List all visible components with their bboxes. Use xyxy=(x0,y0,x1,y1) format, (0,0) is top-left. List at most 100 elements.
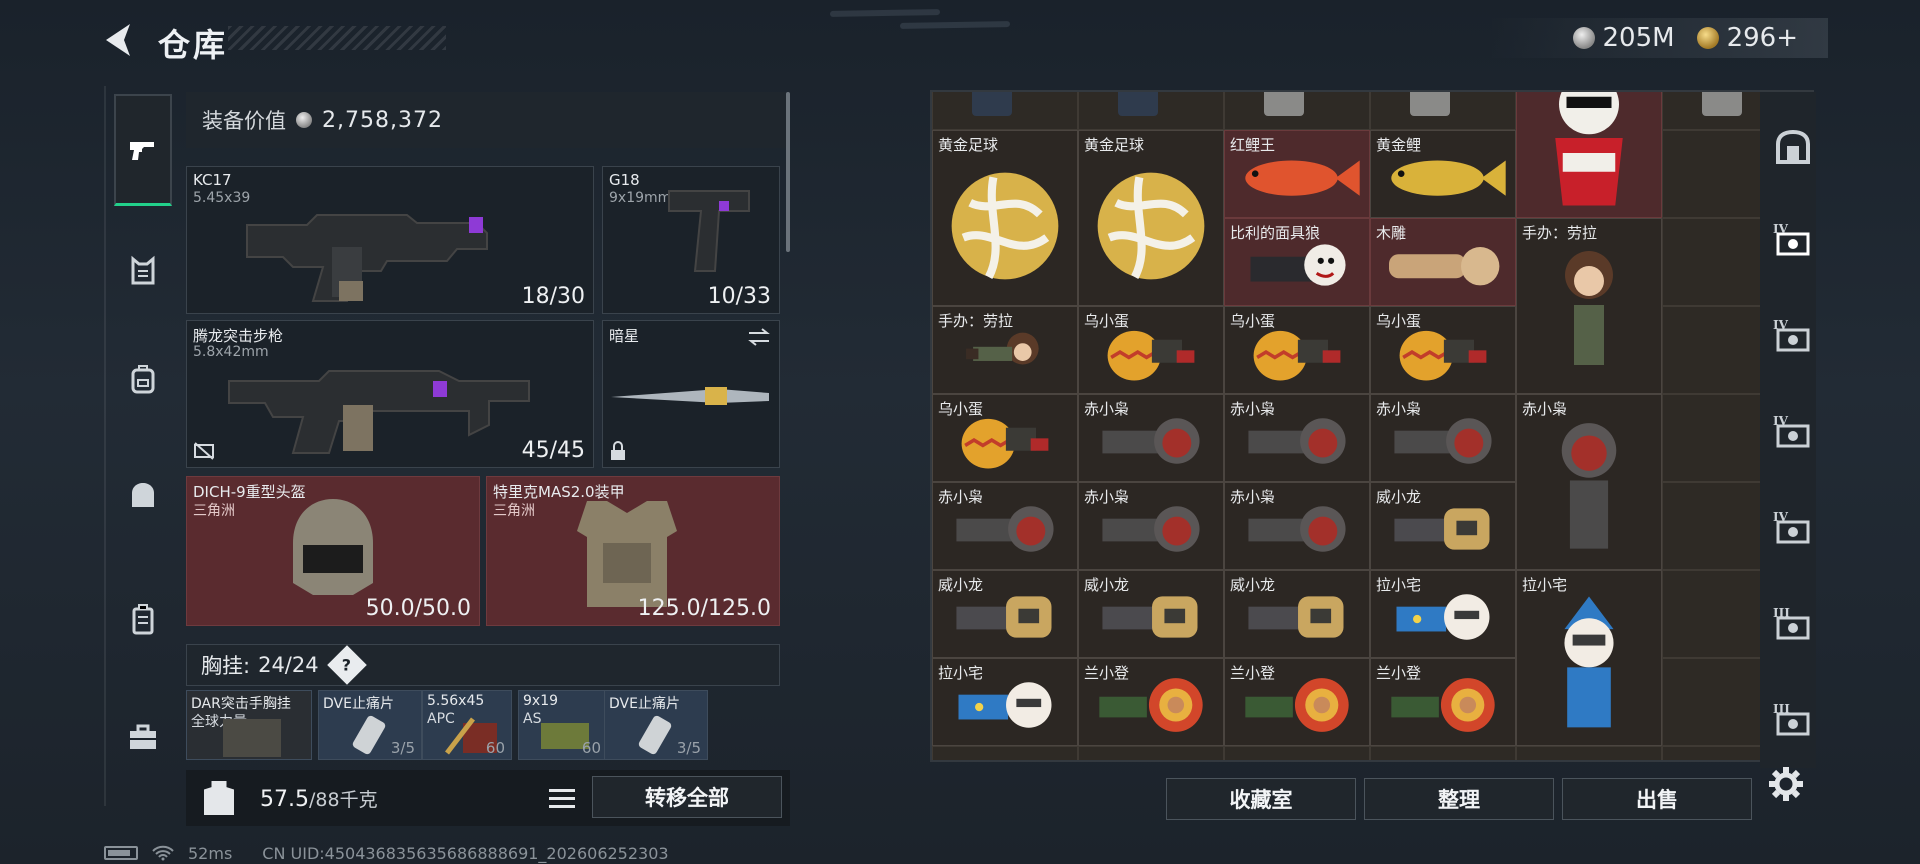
stash-item-name: 乌小蛋 xyxy=(1376,312,1422,330)
stash-partial-item[interactable] xyxy=(1702,92,1742,116)
stash-item[interactable]: 赤小枭 xyxy=(1078,394,1224,482)
equipment-value-header: 装备价值 2,758,372 xyxy=(186,92,786,148)
stash-partial-item[interactable] xyxy=(1118,92,1158,116)
stash-empty-cell[interactable] xyxy=(1078,746,1224,760)
nav-case[interactable] xyxy=(114,590,172,648)
stash-item[interactable] xyxy=(1516,92,1662,218)
stash-item[interactable]: 比利的面具狼 xyxy=(1224,218,1370,306)
stash-item[interactable]: 威小龙 xyxy=(932,570,1078,658)
nav-backpack[interactable] xyxy=(114,350,172,408)
swap-icon[interactable] xyxy=(747,327,771,347)
battery-icon xyxy=(104,846,138,860)
stash-item[interactable]: 黄金足球 xyxy=(932,130,1078,306)
backpack-icon xyxy=(131,365,155,394)
stash-item[interactable]: 拉小宅 xyxy=(1516,570,1662,746)
stash-tab-4b-icon[interactable]: IV xyxy=(1772,318,1814,360)
rig-item-count: 60 xyxy=(485,739,505,757)
stash-item[interactable]: 赤小枭 xyxy=(1516,394,1662,570)
stash-item-name: 赤小枭 xyxy=(1230,400,1276,418)
back-arrow-icon[interactable] xyxy=(100,20,140,60)
chest-rig-item[interactable]: 9x19 AS 60 xyxy=(518,690,608,760)
stash-tab-tier: III xyxy=(1773,702,1790,716)
gear-icon[interactable] xyxy=(1766,764,1806,804)
nav-armor[interactable] xyxy=(114,242,172,300)
stash-item[interactable]: 威小龙 xyxy=(1078,570,1224,658)
pistol-icon xyxy=(130,141,154,160)
stash-item[interactable]: 赤小枭 xyxy=(1224,482,1370,570)
stash-item-name: 赤小枭 xyxy=(1084,488,1130,506)
secondary-weapon-ammo: 10/33 xyxy=(707,284,771,309)
stash-item-name: 赤小枭 xyxy=(1522,400,1568,418)
stash-item[interactable]: 乌小蛋 xyxy=(1224,306,1370,394)
stash-empty-cell[interactable] xyxy=(1224,746,1370,760)
stash-grid: 黄金足球 黄金足球 红鲤王 黄金鲤 比利的面具狼 木雕 手办：劳拉 手办：劳拉 乌小蛋 乌小蛋 乌小… xyxy=(930,90,1814,762)
list-icon[interactable] xyxy=(544,780,580,816)
stash-item[interactable]: 赤小枭 xyxy=(1224,394,1370,482)
stash-tab-4-icon[interactable]: IV xyxy=(1772,222,1814,264)
rifle-slot[interactable]: 腾龙突击步枪 5.8x42mm 45/45 xyxy=(186,320,594,468)
stash-partial-item[interactable] xyxy=(1410,92,1450,116)
stash-tab-3-icon[interactable]: III xyxy=(1772,606,1814,648)
chest-rig-item[interactable]: 5.56x45 APC 60 xyxy=(422,690,512,760)
melee-slot[interactable]: 暗星 xyxy=(602,320,780,468)
primary-weapon-slot[interactable]: KC17 5.45x39 18/30 xyxy=(186,166,594,314)
stash-tab-4c-icon[interactable]: IV xyxy=(1772,414,1814,456)
nav-toolbox[interactable] xyxy=(114,708,172,766)
primary-weapon-name: KC17 xyxy=(193,171,232,189)
egg-figure-image xyxy=(1377,322,1509,388)
stash-item[interactable]: 手办：劳拉 xyxy=(932,306,1078,394)
stash-item[interactable]: 威小龙 xyxy=(1370,482,1516,570)
stash-item[interactable]: 红鲤王 xyxy=(1224,130,1370,218)
smg-weapon-image xyxy=(246,214,488,302)
help-icon[interactable]: ? xyxy=(326,645,367,685)
stash-tab-tier: III xyxy=(1773,606,1790,620)
stash-item[interactable]: 拉小宅 xyxy=(1370,570,1516,658)
blue-figure-image xyxy=(939,674,1071,740)
stash-item[interactable]: 威小龙 xyxy=(1224,570,1370,658)
stash-tab-4-add-icon[interactable]: IV xyxy=(1772,510,1814,552)
stash-item[interactable]: 兰小登 xyxy=(1078,658,1224,746)
stash-item[interactable]: 拉小宅 xyxy=(932,658,1078,746)
stash-item[interactable]: 乌小蛋 xyxy=(1370,306,1516,394)
stash-partial-item[interactable] xyxy=(972,92,1012,116)
stash-item[interactable]: 赤小枭 xyxy=(932,482,1078,570)
stash-item[interactable]: 乌小蛋 xyxy=(1078,306,1224,394)
helmet-slot[interactable]: DICH-9重型头盔 三角洲 50.0/50.0 xyxy=(186,476,480,626)
gold-currency-value[interactable]: 296+ xyxy=(1727,23,1798,53)
knife-image xyxy=(611,387,769,405)
chest-rig-item[interactable]: DVE止痛片 3/5 xyxy=(318,690,422,760)
chest-rig-item[interactable]: DVE止痛片 3/5 xyxy=(604,690,708,760)
stash-empty-cell[interactable] xyxy=(1370,746,1516,760)
sell-button[interactable]: 出售 xyxy=(1562,778,1752,820)
chest-rig-label: 胸挂: xyxy=(201,654,251,678)
sort-button[interactable]: 整理 xyxy=(1364,778,1554,820)
equipment-value-label: 装备价值 xyxy=(202,109,286,133)
stash-item[interactable]: 赤小枭 xyxy=(1370,394,1516,482)
stash-home-icon[interactable] xyxy=(1772,126,1814,168)
armor-slot[interactable]: 特里克MAS2.0装甲 三角洲 125.0/125.0 xyxy=(486,476,780,626)
stash-empty-cell[interactable] xyxy=(932,746,1078,760)
stash-item-name: 赤小枭 xyxy=(938,488,984,506)
stash-empty-cell[interactable] xyxy=(1516,746,1662,760)
stash-item[interactable]: 黄金鲤 xyxy=(1370,130,1516,218)
egg-figure-image xyxy=(1085,322,1217,388)
stash-item[interactable]: 乌小蛋 xyxy=(932,394,1078,482)
stash-partial-item[interactable] xyxy=(1264,92,1304,116)
nav-bag[interactable] xyxy=(114,466,172,524)
stash-item[interactable]: 手办：劳拉 xyxy=(1516,218,1662,394)
red-hood-image xyxy=(1085,498,1217,564)
collection-room-button[interactable]: 收藏室 xyxy=(1166,778,1356,820)
stash-item[interactable]: 木雕 xyxy=(1370,218,1516,306)
stash-item[interactable]: 兰小登 xyxy=(1224,658,1370,746)
stash-item-name: 拉小宅 xyxy=(938,664,984,682)
chest-rig-item[interactable]: DAR突击手胸挂 全球力量 xyxy=(186,690,312,760)
stash-item[interactable]: 黄金足球 xyxy=(1078,130,1224,306)
stash-item[interactable]: 兰小登 xyxy=(1370,658,1516,746)
secondary-weapon-slot[interactable]: G18 9x19mm 10/33 xyxy=(602,166,780,314)
stash-item[interactable]: 赤小枭 xyxy=(1078,482,1224,570)
case-icon xyxy=(132,604,154,635)
nav-weapons[interactable] xyxy=(114,94,172,206)
stash-tab-3b-icon[interactable]: III xyxy=(1772,702,1814,744)
transfer-all-button[interactable]: 转移全部 xyxy=(592,776,782,818)
equipment-scrollbar[interactable] xyxy=(786,92,790,252)
